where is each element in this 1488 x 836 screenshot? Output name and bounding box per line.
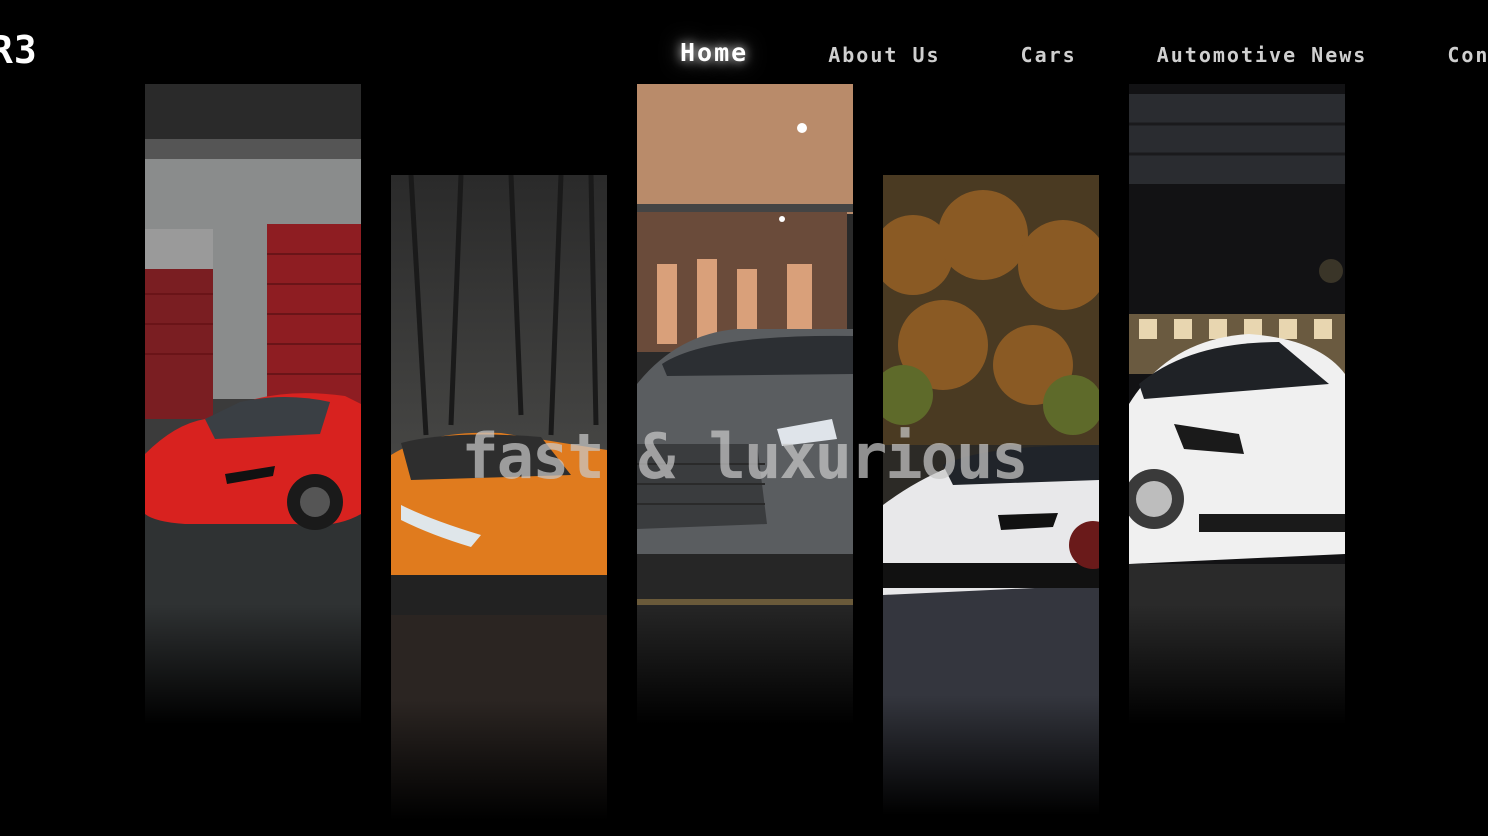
car-panel-white-sedan[interactable] bbox=[1129, 84, 1345, 724]
page: R3 Home About Us Cars Automotive News Co… bbox=[0, 0, 1488, 836]
main-nav: Home About Us Cars Automotive News Conta… bbox=[680, 38, 1488, 72]
car-panel-grey[interactable] bbox=[637, 84, 853, 724]
car-panel-red[interactable] bbox=[145, 84, 361, 724]
nav-item-automotive-news[interactable]: Automotive News bbox=[1157, 38, 1368, 72]
nav-item-contact[interactable]: Contact bbox=[1447, 38, 1488, 72]
site-logo[interactable]: R3 bbox=[0, 28, 38, 72]
nav-item-cars[interactable]: Cars bbox=[1021, 38, 1077, 72]
nav-item-home[interactable]: Home bbox=[680, 38, 748, 72]
car-panel-white-supercar[interactable] bbox=[883, 175, 1099, 815]
car-panel-orange[interactable] bbox=[391, 175, 607, 820]
nav-item-about-us[interactable]: About Us bbox=[828, 38, 940, 72]
